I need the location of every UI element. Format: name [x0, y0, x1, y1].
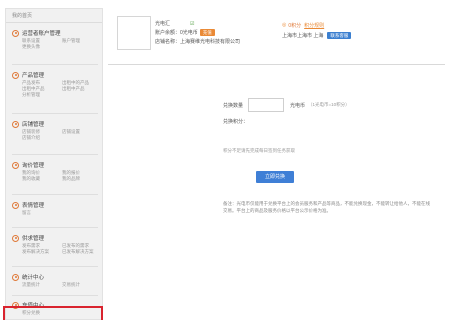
unit-note: （1光电币=10积分）: [308, 102, 350, 107]
sidebar-item[interactable]: 出租中产品: [62, 86, 98, 92]
points-row: 兑换积分：: [223, 118, 248, 125]
sidebar-group-inquiry: 询价管理 我的询价 我的报价 我的收藏 我的品牌: [12, 161, 98, 182]
sidebar: 我的首页 运营者账户管理 联系设置 账户管理 更换头像 产品管理 产品发布 出租…: [3, 8, 103, 320]
account-name: 光电汇: [155, 21, 171, 27]
inquiry-icon: [12, 161, 19, 169]
submit-exchange-button[interactable]: 立即兑换: [256, 171, 294, 183]
sidebar-item[interactable]: 我的品牌: [62, 176, 98, 182]
sidebar-divider: [12, 154, 98, 155]
product-icon: [12, 71, 19, 79]
points-rules-link[interactable]: 积分规则: [304, 22, 324, 29]
sidebar-item[interactable]: 已发布解决方案: [62, 249, 98, 255]
sidebar-item[interactable]: 更换头像: [22, 44, 58, 50]
sidebar-group-shop: 店铺管理 店铺装修 店铺设置 店铺介绍: [12, 120, 98, 141]
location-text: 上海市上海市 上海: [282, 32, 324, 39]
sidebar-item[interactable]: 店铺设置: [62, 129, 98, 135]
chart-icon: [12, 273, 19, 281]
shop-icon: [12, 120, 19, 128]
quantity-label: 兑换数量: [223, 102, 244, 109]
highlight-box: [3, 306, 103, 320]
quantity-input[interactable]: [248, 98, 285, 112]
sidebar-item[interactable]: 店铺介绍: [22, 135, 58, 141]
sidebar-item[interactable]: 我的收藏: [22, 176, 58, 182]
points-label: 兑换积分：: [223, 119, 249, 125]
account-level: ◎ 0积分 积分规则 上海市上海市 上海 联系客服: [282, 20, 352, 40]
account-info: 光电汇 ☑ 账户余额： 0光电币 充值 店铺名称： 上海赛维光电科技有限公司: [155, 19, 240, 46]
quantity-row: 兑换数量 光电币 （1光电币=10积分）: [223, 98, 350, 112]
sidebar-divider: [12, 194, 98, 195]
sidebar-item[interactable]: 账户管理: [62, 38, 98, 44]
warning-text: 积分不足请先完成每日签到任务获取: [223, 148, 295, 153]
company-value: 上海赛维光电科技有限公司: [180, 39, 241, 45]
main-panel: 光电汇 ☑ 账户余额： 0光电币 充值 店铺名称： 上海赛维光电科技有限公司 ◎…: [108, 8, 445, 320]
sidebar-item[interactable]: 发布解决方案: [22, 249, 58, 255]
company-label: 店铺名称：: [155, 39, 181, 45]
sidebar-item[interactable]: 流量统计: [22, 282, 58, 288]
smile-icon: [12, 201, 19, 209]
header-divider: [108, 64, 445, 65]
recharge-button[interactable]: 充值: [199, 29, 215, 36]
sidebar-divider: [12, 227, 98, 228]
sidebar-group-title[interactable]: 产品管理: [22, 71, 44, 79]
level-label: 0积分: [288, 22, 302, 29]
sidebar-divider: [12, 266, 98, 267]
verified-icon: ☑: [190, 20, 195, 27]
sidebar-group-product: 产品管理 产品发布 出租中的产品 出租中产品 出租中产品 分析管理: [12, 71, 98, 98]
sidebar-group-title[interactable]: 询价管理: [22, 161, 44, 169]
sidebar-group-supply: 供求管理 发布需求 已发布的需求 发布解决方案 已发布解决方案: [12, 234, 98, 255]
sidebar-item[interactable]: 留言: [22, 210, 58, 216]
balance-value: 0光电币: [180, 30, 198, 36]
sidebar-group-title[interactable]: 供求管理: [22, 234, 44, 242]
note-text: 备注：光电币仅能用于兑换平台上的会员服务和产品等商品，不能兑换现金，不能转让给他…: [223, 201, 430, 213]
sidebar-group-stats: 统计中心 流量统计 交易统计: [12, 273, 98, 288]
user-icon: [12, 29, 19, 37]
unit-text: 光电币: [290, 102, 306, 109]
sidebar-group-title[interactable]: 运营者账户管理: [22, 29, 61, 37]
sidebar-header[interactable]: 我的首页: [6, 9, 102, 23]
sidebar-divider: [12, 64, 98, 65]
sidebar-group-title[interactable]: 表情管理: [22, 201, 44, 209]
supply-icon: [12, 234, 19, 242]
sidebar-divider: [12, 113, 98, 114]
avatar[interactable]: [117, 16, 151, 50]
coin-icon: ◎: [282, 22, 287, 28]
contact-service-button[interactable]: 联系客服: [327, 31, 352, 39]
warning-row: 积分不足请先完成每日签到任务获取: [223, 148, 295, 154]
sidebar-item[interactable]: 分析管理: [22, 92, 58, 98]
sidebar-group-title[interactable]: 统计中心: [22, 273, 44, 281]
balance-label: 账户余额：: [155, 30, 181, 36]
sidebar-group-account: 运营者账户管理 联系设置 账户管理 更换头像: [12, 29, 98, 50]
sidebar-item[interactable]: 交易统计: [62, 282, 98, 288]
sidebar-group-title[interactable]: 店铺管理: [22, 120, 44, 128]
sidebar-divider: [12, 295, 98, 296]
sidebar-group-expression: 表情管理 留言: [12, 201, 98, 216]
